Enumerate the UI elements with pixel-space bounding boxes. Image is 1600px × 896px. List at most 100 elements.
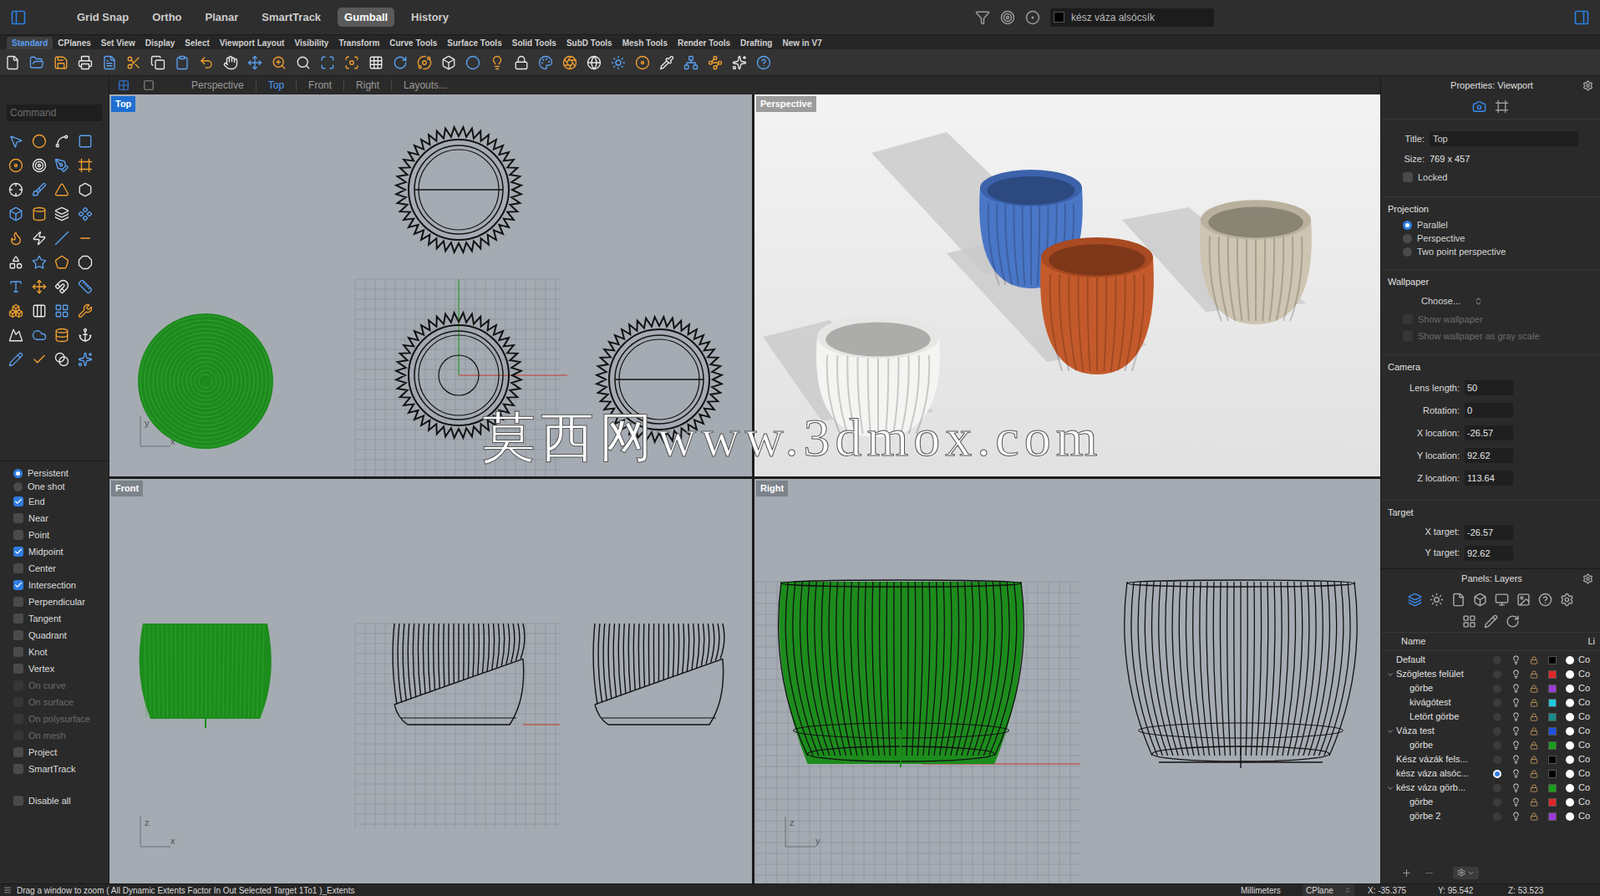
- layer-material[interactable]: [1565, 769, 1575, 778]
- osnap-checkbox[interactable]: [13, 746, 24, 757]
- layer-tool-icon[interactable]: [1538, 592, 1553, 607]
- visibility-icon[interactable]: [1511, 726, 1521, 736]
- osnap-mode-radio[interactable]: [13, 468, 23, 478]
- viewport-title[interactable]: Right: [756, 480, 788, 497]
- tool-icon[interactable]: [31, 230, 47, 246]
- wallpaper-dropdown[interactable]: Choose...: [1381, 290, 1600, 311]
- toolbar-tool-icon[interactable]: [562, 55, 578, 71]
- osnap-item[interactable]: Vertex: [13, 660, 96, 677]
- projection-radio[interactable]: [1402, 233, 1413, 244]
- ribbon-tab[interactable]: Viewport Layout: [214, 36, 290, 50]
- layer-tool-icon[interactable]: [1483, 614, 1499, 629]
- property-field[interactable]: -26.57: [1464, 425, 1514, 441]
- expand-icon[interactable]: [1386, 726, 1395, 736]
- toolbar-tool-icon[interactable]: [368, 55, 384, 71]
- tool-icon[interactable]: [8, 182, 24, 198]
- osnap-item[interactable]: Point: [13, 526, 96, 544]
- visibility-icon[interactable]: [1511, 697, 1521, 707]
- layer-tool-icon[interactable]: [1451, 592, 1466, 607]
- layer-options-button[interactable]: [1452, 866, 1479, 879]
- ribbon-tab[interactable]: Render Tools: [672, 36, 736, 50]
- osnap-checkbox[interactable]: [13, 546, 24, 557]
- property-field[interactable]: 50: [1464, 380, 1514, 396]
- viewport-tab[interactable]: Layouts...: [391, 79, 459, 92]
- osnap-checkbox[interactable]: [13, 629, 24, 640]
- viewport-title[interactable]: Front: [111, 480, 143, 497]
- toolbar-tool-icon[interactable]: [416, 55, 432, 71]
- sidebar-toggle-icon[interactable]: [10, 9, 27, 26]
- layer-color[interactable]: [1548, 812, 1557, 821]
- visibility-icon[interactable]: [1511, 754, 1521, 764]
- tool-icon[interactable]: [54, 206, 70, 222]
- expand-icon[interactable]: [1386, 670, 1395, 679]
- osnap-checkbox[interactable]: [13, 646, 24, 657]
- layer-color[interactable]: [1548, 741, 1557, 750]
- vase-side-profile[interactable]: [1124, 579, 1357, 768]
- title-field[interactable]: Top: [1429, 131, 1579, 147]
- tool-icon[interactable]: [54, 303, 70, 319]
- osnap-icon[interactable]: [1025, 10, 1041, 26]
- lock-icon[interactable]: [1529, 670, 1539, 679]
- property-field[interactable]: -26.57: [1464, 524, 1514, 540]
- layer-material[interactable]: [1565, 726, 1575, 736]
- ribbon-tab[interactable]: New in V7: [777, 36, 827, 50]
- lock-icon[interactable]: [1529, 783, 1539, 793]
- layer-row[interactable]: kész váza görb...Co: [1381, 780, 1600, 795]
- tool-icon[interactable]: [77, 182, 93, 198]
- layer-material[interactable]: [1565, 684, 1575, 693]
- layer-color[interactable]: [1548, 726, 1557, 736]
- toolbar-tool-icon[interactable]: [586, 55, 602, 71]
- osnap-checkbox[interactable]: [13, 496, 24, 507]
- osnap-checkbox[interactable]: [13, 563, 24, 574]
- layer-tool-icon[interactable]: [1407, 592, 1423, 607]
- layer-row[interactable]: kivágótestCo: [1381, 695, 1600, 710]
- visibility-icon[interactable]: [1511, 797, 1521, 807]
- tool-icon[interactable]: [77, 303, 93, 319]
- tool-icon[interactable]: [8, 230, 24, 246]
- osnap-item[interactable]: Tangent: [13, 609, 96, 627]
- layer-row[interactable]: Kész vázák fels...Co: [1381, 751, 1600, 767]
- visibility-icon[interactable]: [1511, 655, 1521, 665]
- tool-icon[interactable]: [8, 327, 24, 343]
- osnap-checkbox[interactable]: [13, 663, 24, 674]
- tool-icon[interactable]: [77, 279, 93, 295]
- layer-row[interactable]: görbeCo: [1381, 680, 1600, 696]
- tool-icon[interactable]: [8, 279, 24, 295]
- visibility-icon[interactable]: [1511, 740, 1521, 750]
- current-layer-dot[interactable]: [1493, 655, 1502, 665]
- toolbar-tool-icon[interactable]: [731, 55, 747, 71]
- orange-vase[interactable]: [1040, 237, 1154, 375]
- viewport-canvas[interactable]: [109, 478, 752, 884]
- tool-icon[interactable]: [8, 303, 24, 319]
- layer-row[interactable]: görbeCo: [1381, 794, 1600, 809]
- viewport-canvas[interactable]: [754, 94, 1381, 477]
- layer-material[interactable]: [1565, 712, 1575, 722]
- ribbon-tab[interactable]: Curve Tools: [384, 36, 442, 50]
- layer-color[interactable]: [1548, 797, 1557, 807]
- viewport[interactable]: zyRight: [754, 478, 1381, 884]
- layer-row[interactable]: görbe 2Co: [1381, 808, 1600, 823]
- layer-color[interactable]: [1548, 769, 1557, 778]
- visibility-icon[interactable]: [1511, 711, 1521, 722]
- layer-material[interactable]: [1565, 741, 1575, 750]
- osnap-checkbox[interactable]: [13, 529, 24, 540]
- ribbon-tab[interactable]: Display: [140, 36, 181, 50]
- toolbar-tool-icon[interactable]: [271, 55, 287, 71]
- tool-icon[interactable]: [31, 279, 47, 295]
- ribbon-tab[interactable]: Transform: [333, 36, 385, 50]
- layer-color[interactable]: [1548, 670, 1557, 679]
- osnap-mode-radio[interactable]: [13, 482, 23, 492]
- tool-icon[interactable]: [54, 279, 70, 295]
- osnap-checkbox[interactable]: [13, 579, 24, 590]
- tool-icon[interactable]: [8, 254, 24, 270]
- layer-color[interactable]: [1548, 755, 1557, 764]
- visibility-icon[interactable]: [1511, 811, 1521, 821]
- panel-toggle-icon[interactable]: [1573, 9, 1590, 26]
- lock-icon[interactable]: [1529, 698, 1539, 707]
- ribbon-tab[interactable]: SubD Tools: [561, 36, 618, 50]
- layer-color[interactable]: [1548, 684, 1557, 693]
- toolbar-tool-icon[interactable]: [513, 55, 529, 71]
- toolbar-tool-icon[interactable]: [295, 55, 311, 71]
- osnap-item[interactable]: Near: [13, 509, 96, 527]
- osnap-item[interactable]: End: [13, 492, 96, 510]
